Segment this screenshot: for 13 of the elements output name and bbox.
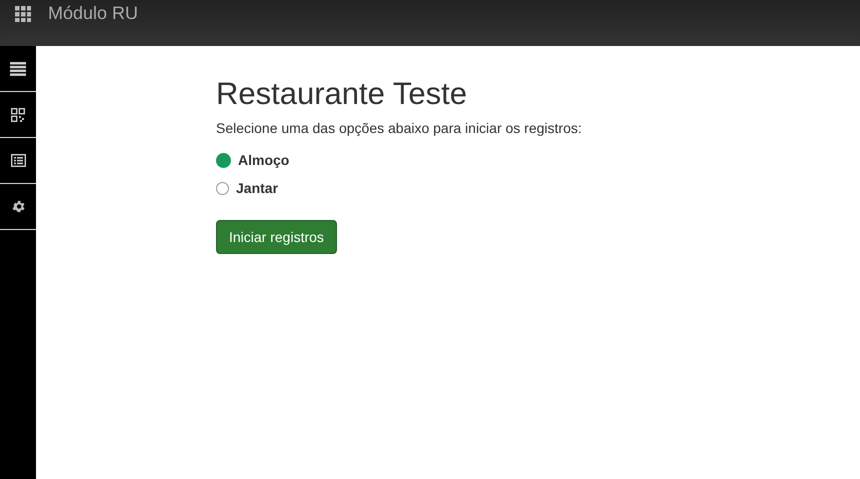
app-title: Módulo RU [48,5,138,21]
qr-code-icon[interactable] [11,108,25,122]
radio-option[interactable]: Jantar [216,180,278,196]
radio-button[interactable] [216,152,231,168]
menu-icon[interactable] [10,62,26,76]
start-button[interactable]: Iniciar registros [216,220,337,254]
page-title: Restaurante Teste [216,76,468,112]
apps-grid-icon[interactable] [15,6,31,22]
radio-button[interactable] [216,182,229,194]
radio-option[interactable]: Almoço [216,152,290,168]
instruction-text: Selecione uma das opções abaixo para iniciar os registros: [216,120,583,136]
list-icon[interactable] [10,154,26,167]
settings-icon[interactable] [10,199,26,214]
